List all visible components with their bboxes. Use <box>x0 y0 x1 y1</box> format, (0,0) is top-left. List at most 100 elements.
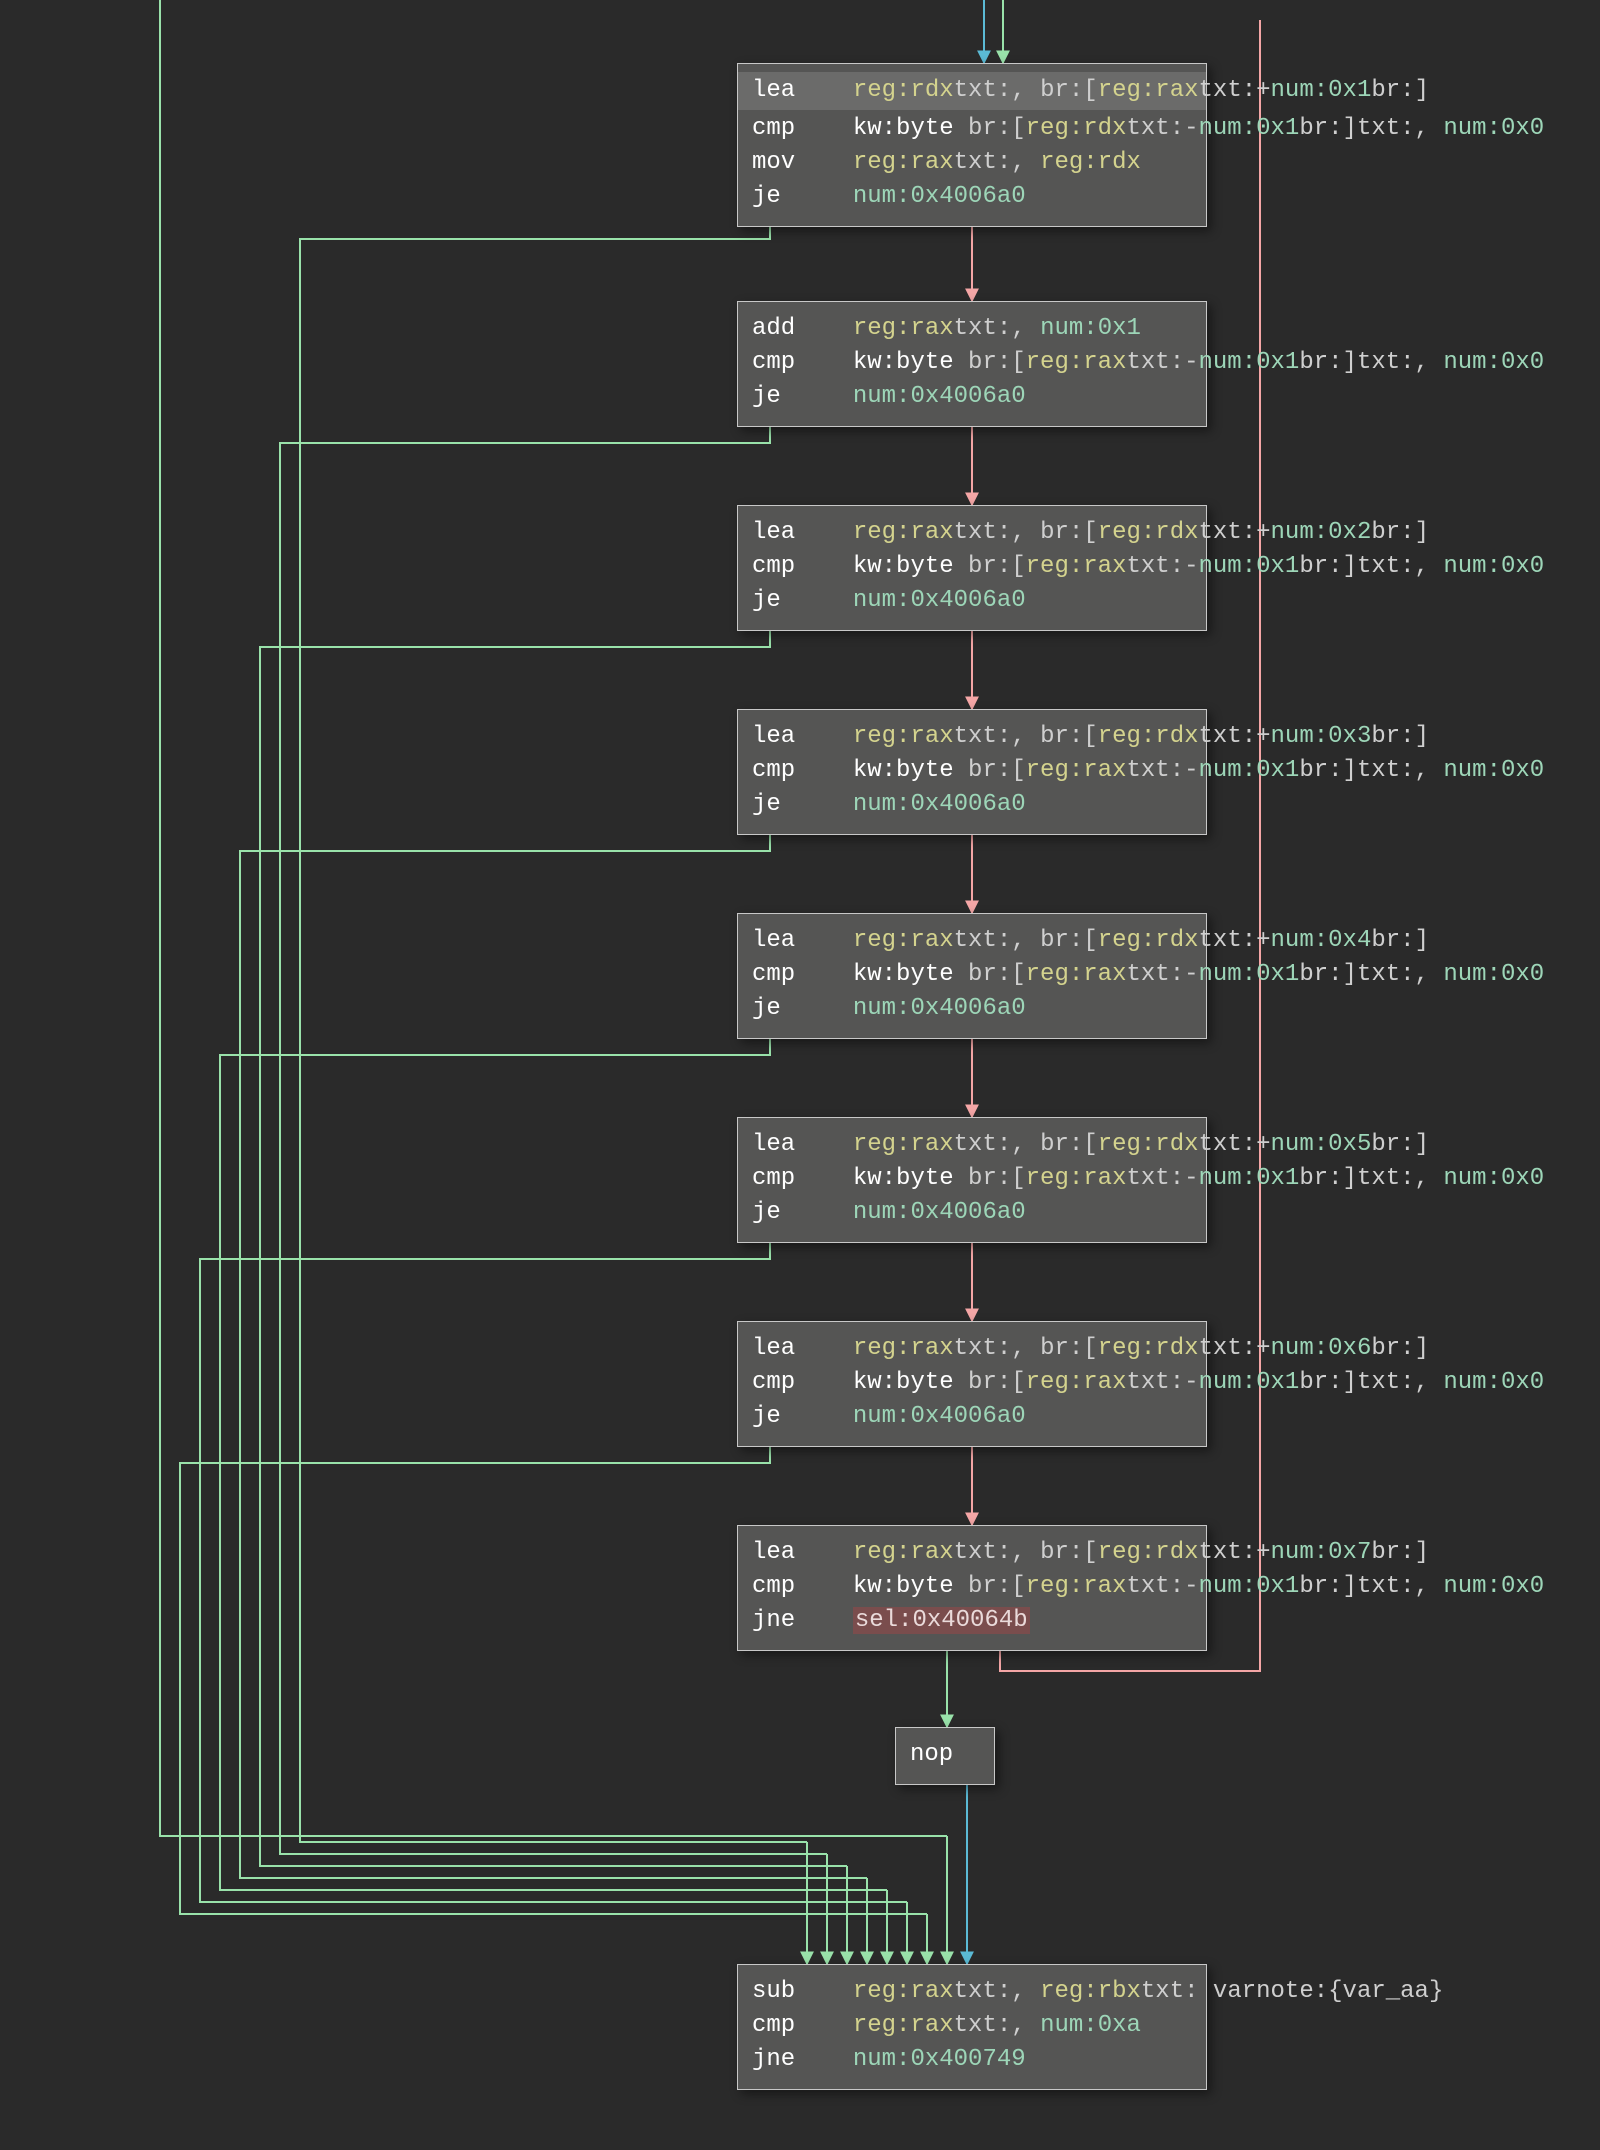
instruction[interactable]: je num:0x4006a0 <box>752 788 1192 822</box>
instruction[interactable]: lea reg:raxtxt:, br:[reg:rdxtxt:+num:0x6… <box>752 1332 1192 1366</box>
immediate: num:0x6 <box>1271 1335 1372 1362</box>
mnemonic: cmp <box>752 1369 795 1396</box>
basic-block-2[interactable]: lea reg:raxtxt:, br:[reg:rdxtxt:+num:0x2… <box>737 505 1207 631</box>
mnemonic: cmp <box>752 1165 795 1192</box>
operand-text: br:] <box>1299 115 1357 142</box>
instruction[interactable]: lea reg:raxtxt:, br:[reg:rdxtxt:+num:0x4… <box>752 924 1192 958</box>
operand-text: txt:+ <box>1199 723 1271 750</box>
basic-block-3[interactable]: lea reg:raxtxt:, br:[reg:rdxtxt:+num:0x3… <box>737 709 1207 835</box>
basic-block-8[interactable]: nop <box>895 1727 995 1785</box>
instruction[interactable]: jne sel:0x40064b <box>752 1604 1192 1638</box>
operand-text: br:[ <box>968 1573 1026 1600</box>
immediate: sel:0x40064b <box>853 1607 1030 1634</box>
register: reg:rax <box>853 519 954 546</box>
register: reg:rax <box>1026 1573 1127 1600</box>
instruction[interactable]: cmp kw:byte br:[reg:raxtxt:-num:0x1br:]t… <box>752 754 1192 788</box>
immediate: num:0x1 <box>1199 1369 1300 1396</box>
operand-text: txt:, <box>954 1978 1040 2005</box>
operand-text: kw:byte <box>853 115 968 142</box>
instruction[interactable]: je num:0x4006a0 <box>752 1196 1192 1230</box>
operand-text: br:[ <box>1040 77 1098 104</box>
operand-text: txt:, <box>1357 115 1443 142</box>
instruction[interactable]: add reg:raxtxt:, num:0x1 <box>752 312 1192 346</box>
operand-text: txt:, <box>1357 1573 1443 1600</box>
mnemonic: jne <box>752 2046 795 2073</box>
instruction[interactable]: cmp kw:byte br:[reg:raxtxt:-num:0x1br:]t… <box>752 1366 1192 1400</box>
instruction[interactable]: je num:0x4006a0 <box>752 584 1192 618</box>
instruction[interactable]: cmp kw:byte br:[reg:raxtxt:-num:0x1br:]t… <box>752 958 1192 992</box>
operand-text: txt:, <box>1357 961 1443 988</box>
register: reg:rax <box>1098 77 1199 104</box>
operand-text: txt:, <box>954 2012 1040 2039</box>
basic-block-9[interactable]: sub reg:raxtxt:, reg:rbxtxt: varnote:{va… <box>737 1964 1207 2090</box>
instruction[interactable]: je num:0x4006a0 <box>752 1400 1192 1434</box>
immediate: num:0x3 <box>1271 723 1372 750</box>
operand-text: br:[ <box>968 553 1026 580</box>
mnemonic: je <box>752 183 781 210</box>
instruction[interactable]: lea reg:raxtxt:, br:[reg:rdxtxt:+num:0x2… <box>752 516 1192 550</box>
operand-text: txt:- <box>1126 553 1198 580</box>
basic-block-0[interactable]: lea reg:rdxtxt:, br:[reg:raxtxt:+num:0x1… <box>737 63 1207 227</box>
operand-text: br:] <box>1299 961 1357 988</box>
immediate: num:0x0 <box>1443 349 1544 376</box>
instruction[interactable]: cmp kw:byte br:[reg:raxtxt:-num:0x1br:]t… <box>752 346 1192 380</box>
instruction[interactable]: cmp reg:raxtxt:, num:0xa <box>752 2009 1192 2043</box>
basic-block-5[interactable]: lea reg:raxtxt:, br:[reg:rdxtxt:+num:0x5… <box>737 1117 1207 1243</box>
instruction[interactable]: mov reg:raxtxt:, reg:rdx <box>752 146 1192 180</box>
immediate: num:0x2 <box>1271 519 1372 546</box>
operand-text: br:] <box>1299 349 1357 376</box>
immediate: num:0x0 <box>1443 553 1544 580</box>
register: reg:rax <box>853 1978 954 2005</box>
basic-block-7[interactable]: lea reg:raxtxt:, br:[reg:rdxtxt:+num:0x7… <box>737 1525 1207 1651</box>
instruction[interactable]: jne num:0x400749 <box>752 2043 1192 2077</box>
cfg-viewport[interactable]: { "colors": { "edge_green": "#99e2aa", "… <box>0 0 1600 2150</box>
instruction[interactable]: cmp kw:byte br:[reg:rdxtxt:-num:0x1br:]t… <box>752 112 1192 146</box>
operand-text: br:[ <box>1040 927 1098 954</box>
operand-text: txt:+ <box>1199 1131 1271 1158</box>
instruction[interactable]: lea reg:rdxtxt:, br:[reg:raxtxt:+num:0x1… <box>738 72 1206 110</box>
immediate: num:0x1 <box>1199 115 1300 142</box>
operand-text: txt:+ <box>1199 1539 1271 1566</box>
operand-text: txt:, <box>954 1335 1040 1362</box>
mnemonic: lea <box>752 519 795 546</box>
immediate: num:0x1 <box>1271 77 1372 104</box>
operand-text: txt:- <box>1126 1369 1198 1396</box>
register: reg:rax <box>1026 961 1127 988</box>
mnemonic: je <box>752 1403 781 1430</box>
operand-text: txt:, <box>954 927 1040 954</box>
immediate: num:0x0 <box>1443 961 1544 988</box>
register: reg:rax <box>1026 1369 1127 1396</box>
operand-text: br:] <box>1299 1573 1357 1600</box>
instruction[interactable]: sub reg:raxtxt:, reg:rbxtxt: varnote:{va… <box>752 1975 1192 2009</box>
mnemonic: nop <box>910 1741 953 1768</box>
operand-text: txt:, <box>1357 1165 1443 1192</box>
instruction[interactable]: je num:0x4006a0 <box>752 380 1192 414</box>
operand-text: txt:, <box>954 1539 1040 1566</box>
operand-text: txt:, <box>1357 349 1443 376</box>
operand-text: txt:, <box>954 77 1040 104</box>
basic-block-6[interactable]: lea reg:raxtxt:, br:[reg:rdxtxt:+num:0x6… <box>737 1321 1207 1447</box>
immediate: num:0x1 <box>1199 961 1300 988</box>
instruction[interactable]: je num:0x4006a0 <box>752 180 1192 214</box>
instruction[interactable]: cmp kw:byte br:[reg:raxtxt:-num:0x1br:]t… <box>752 550 1192 584</box>
operand-text: br:[ <box>1040 1539 1098 1566</box>
mnemonic: je <box>752 587 781 614</box>
basic-block-4[interactable]: lea reg:raxtxt:, br:[reg:rdxtxt:+num:0x4… <box>737 913 1207 1039</box>
basic-block-1[interactable]: add reg:raxtxt:, num:0x1cmp kw:byte br:[… <box>737 301 1207 427</box>
instruction[interactable]: lea reg:raxtxt:, br:[reg:rdxtxt:+num:0x7… <box>752 1536 1192 1570</box>
mnemonic: cmp <box>752 2012 795 2039</box>
operand-text: txt:, <box>954 723 1040 750</box>
register: reg:rax <box>1026 757 1127 784</box>
instruction[interactable]: lea reg:raxtxt:, br:[reg:rdxtxt:+num:0x5… <box>752 1128 1192 1162</box>
operand-text: kw:byte <box>853 1165 968 1192</box>
instruction[interactable]: lea reg:raxtxt:, br:[reg:rdxtxt:+num:0x3… <box>752 720 1192 754</box>
instruction[interactable]: je num:0x4006a0 <box>752 992 1192 1026</box>
operand-text: txt:, <box>1357 757 1443 784</box>
immediate: num:0x0 <box>1443 1369 1544 1396</box>
instruction[interactable]: cmp kw:byte br:[reg:raxtxt:-num:0x1br:]t… <box>752 1162 1192 1196</box>
operand-text: txt:- <box>1126 115 1198 142</box>
instruction[interactable]: nop <box>910 1738 980 1772</box>
instruction[interactable]: cmp kw:byte br:[reg:raxtxt:-num:0x1br:]t… <box>752 1570 1192 1604</box>
mnemonic: cmp <box>752 349 795 376</box>
operand-text: txt:- <box>1126 1573 1198 1600</box>
